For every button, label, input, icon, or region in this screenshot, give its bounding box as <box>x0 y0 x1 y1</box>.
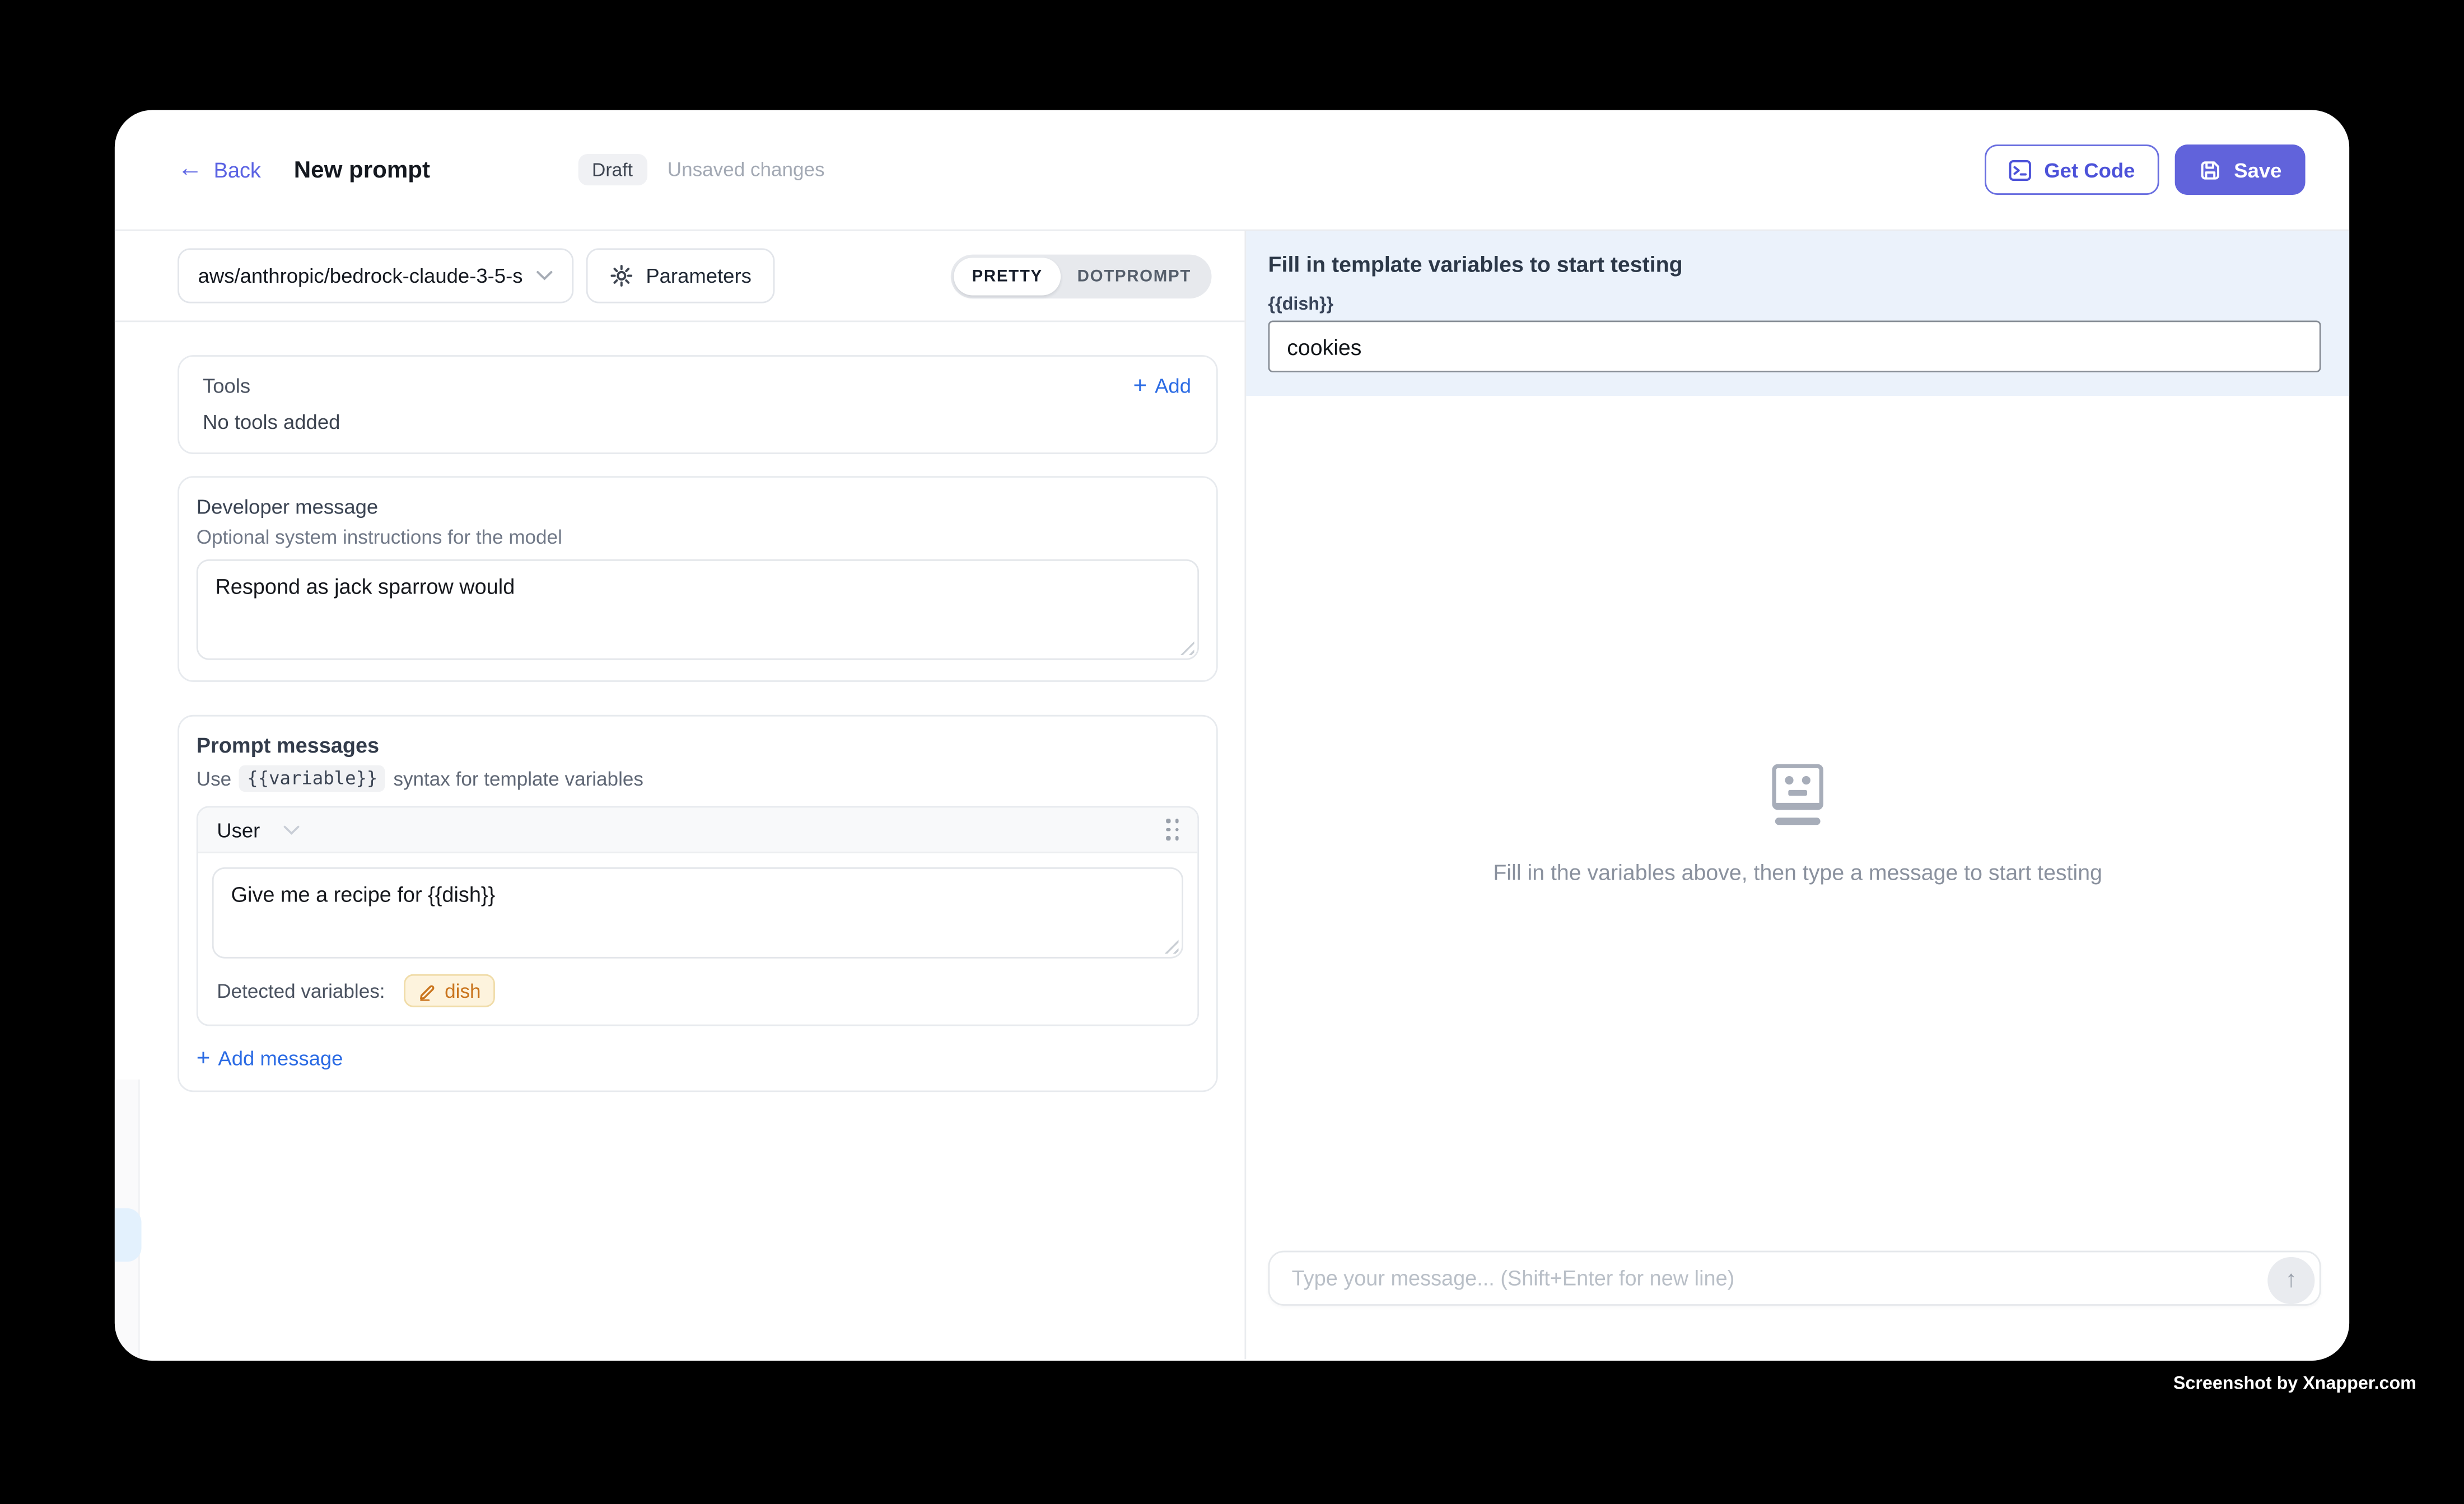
get-code-button[interactable]: Get Code <box>1985 144 2159 195</box>
message-composer: ↑ <box>1268 1251 2321 1306</box>
chevron-down-icon <box>283 824 301 835</box>
screenshot-stage: ← Back New prompt Draft Unsaved changes … <box>0 0 2464 1503</box>
add-message-button[interactable]: + Add message <box>197 1047 1199 1070</box>
prompt-messages-card: Prompt messages Use {{variable}} syntax … <box>178 715 1218 1092</box>
variable-dish-label: {{dish}} <box>1268 296 2321 315</box>
back-button[interactable]: ← Back <box>178 157 261 183</box>
back-label: Back <box>214 158 261 181</box>
empty-state: Fill in the variables above, then type a… <box>1246 396 2349 1251</box>
toggle-option-pretty[interactable]: PRETTY <box>955 257 1060 295</box>
page-title: New prompt <box>294 156 430 183</box>
get-code-label: Get Code <box>2044 158 2135 181</box>
clipped-sidebar-selected-item[interactable] <box>115 1208 142 1262</box>
parameters-label: Parameters <box>646 264 752 287</box>
plus-icon: + <box>197 1047 211 1070</box>
editor-panel: aws/anthropic/bedrock-claude-3-5-s... <box>115 231 1246 1359</box>
toggle-option-dotprompt[interactable]: DOTPROMPT <box>1060 257 1208 295</box>
detected-variables-label: Detected variables: <box>217 980 385 1002</box>
tools-title: Tools <box>203 374 250 398</box>
bot-face-icon <box>1771 763 1824 825</box>
chevron-down-icon <box>536 270 553 282</box>
tools-card: Tools + Add No tools added <box>178 355 1218 454</box>
user-message-input[interactable]: Give me a recipe for {{dish}} <box>214 869 1182 957</box>
add-message-label: Add message <box>218 1047 343 1070</box>
message-role-header: User <box>198 807 1198 853</box>
model-select-value: aws/anthropic/bedrock-claude-3-5-s... <box>198 264 524 287</box>
developer-message-input[interactable]: Respond as jack sparrow would <box>198 561 1198 658</box>
send-arrow-icon: ↑ <box>2285 1267 2297 1293</box>
prompt-messages-title: Prompt messages <box>197 734 1199 757</box>
app-window: ← Back New prompt Draft Unsaved changes … <box>115 110 2349 1361</box>
unsaved-changes-text: Unsaved changes <box>668 158 825 180</box>
variables-banner-title: Fill in template variables to start test… <box>1268 251 2321 277</box>
status-badge: Draft <box>578 154 647 185</box>
variable-badge-dish[interactable]: dish <box>404 974 495 1007</box>
tools-empty-text: No tools added <box>203 410 1191 433</box>
variable-dish-input[interactable] <box>1268 320 2321 372</box>
prompt-messages-subtitle: Use {{variable}} syntax for template var… <box>197 765 1199 792</box>
subtitle-prefix: Use <box>197 768 231 790</box>
save-label: Save <box>2234 158 2281 181</box>
message-body: Give me a recipe for {{dish}} <box>198 853 1198 973</box>
plus-icon: + <box>1133 374 1147 398</box>
developer-message-card: Developer message Optional system instru… <box>178 476 1218 682</box>
empty-state-text: Fill in the variables above, then type a… <box>1493 859 2102 884</box>
save-icon <box>2198 158 2222 181</box>
add-tool-label: Add <box>1155 374 1191 398</box>
parameters-button[interactable]: Parameters <box>586 248 775 303</box>
send-button[interactable]: ↑ <box>2267 1256 2314 1303</box>
detected-variables-row: Detected variables: dish <box>198 973 1198 1025</box>
variable-badge-label: dish <box>445 980 480 1002</box>
developer-message-box: Respond as jack sparrow would <box>197 559 1199 660</box>
model-toolbar: aws/anthropic/bedrock-claude-3-5-s... <box>115 231 1245 322</box>
subtitle-suffix: syntax for template variables <box>393 768 643 790</box>
format-toggle: PRETTY DOTPROMPT <box>951 254 1211 298</box>
user-message-box: Give me a recipe for {{dish}} <box>212 867 1183 959</box>
add-tool-button[interactable]: + Add <box>1133 374 1191 398</box>
model-select[interactable]: aws/anthropic/bedrock-claude-3-5-s... <box>178 248 573 303</box>
developer-message-subtitle: Optional system instructions for the mod… <box>197 526 1199 548</box>
composer-input[interactable] <box>1270 1267 2319 1290</box>
back-arrow-icon: ← <box>178 157 203 183</box>
edit-pencil-icon <box>418 981 437 1000</box>
gear-icon <box>610 264 633 287</box>
variables-banner: Fill in template variables to start test… <box>1246 231 2349 396</box>
message-block: User <box>197 806 1199 1026</box>
save-button[interactable]: Save <box>2174 144 2306 195</box>
drag-handle-icon[interactable] <box>1166 819 1179 840</box>
role-select[interactable]: User <box>217 818 260 842</box>
code-icon <box>2008 158 2032 181</box>
watermark-text: Screenshot by Xnapper.com <box>2173 1375 2416 1394</box>
test-panel: Fill in template variables to start test… <box>1246 231 2349 1359</box>
composer-area: ↑ <box>1246 1251 2349 1360</box>
developer-message-title: Developer message <box>197 495 1199 519</box>
editor-content: Tools + Add No tools added Developer mes… <box>115 322 1218 1092</box>
variable-syntax-chip: {{variable}} <box>239 765 385 792</box>
page-header: ← Back New prompt Draft Unsaved changes … <box>115 110 2349 231</box>
